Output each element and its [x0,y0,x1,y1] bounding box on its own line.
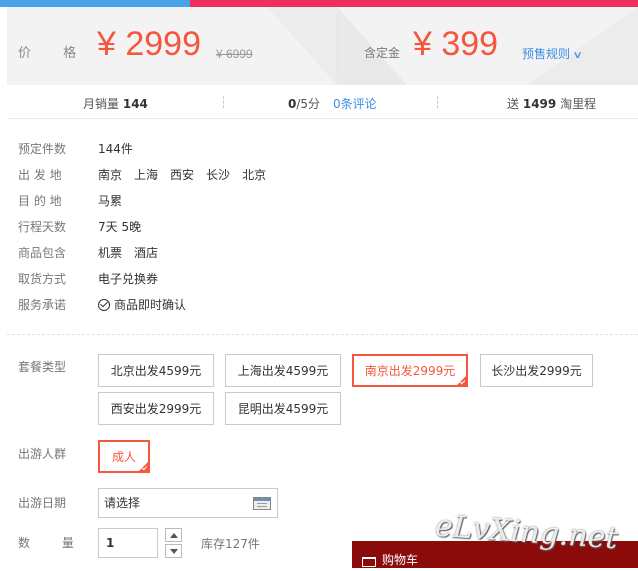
package-option-changsha[interactable]: 长沙出发2999元 [480,354,593,387]
info-value-item: 长沙 [206,168,231,182]
calendar-icon[interactable] [253,497,271,510]
cart-icon [362,557,376,571]
quantity-decrement-button[interactable] [165,544,182,558]
info-value-item: 北京 [242,168,267,182]
current-price: ¥ 2999 [97,25,201,63]
cart-label: 购物车 [382,553,419,567]
triangle-down-icon [169,548,178,554]
info-value-item: 上海 [134,168,159,182]
info-value-item: 南京 [98,168,123,182]
info-key: 行程天数 [18,220,67,234]
quantity-increment-button[interactable] [165,528,182,542]
info-value: 机票 酒店 [98,244,170,261]
package-option-nanjing[interactable]: 南京出发2999元 [352,354,468,387]
info-key: 目 的 地 [18,194,62,208]
top-bar-blue [0,0,190,7]
monthly-sales-label: 月销量 [83,97,120,111]
info-key: 预定件数 [18,142,67,156]
reviews-link[interactable]: 0条评论 [333,95,377,112]
info-value-item: 电子兑换券 [98,272,159,286]
date-picker-input[interactable]: 请选择 [98,488,278,518]
monthly-sales: 月销量 144 [83,95,148,112]
quantity-input[interactable]: 1 [98,528,158,558]
points-prefix: 送 [507,97,520,111]
top-bar-red [190,0,638,7]
info-value-item: 马累 [98,194,123,208]
stock-count: 库存127件 [201,537,260,551]
package-option-kunming[interactable]: 昆明出发4599元 [225,392,341,425]
section-divider [7,334,638,335]
info-key: 出 发 地 [18,168,62,182]
stats-divider [437,96,438,108]
package-label: 套餐类型 [18,360,67,374]
info-value-item: 机票 [98,246,123,260]
info-value-item: 商品即时确认 [114,298,187,312]
info-value: 7天 5晚 [98,218,153,235]
rating: 0/5分 [288,95,320,112]
package-option-shanghai[interactable]: 上海出发4599元 [225,354,341,387]
info-key: 商品包含 [18,246,67,260]
points-value: 1499 [522,97,557,111]
price-panel: 价 格 ¥ 2999 ¥ 6999 含定金 ¥ 399 预售规则 ∨ [7,7,638,85]
date-label: 出游日期 [18,496,67,510]
check-circle-icon [98,299,110,311]
info-value-item: 西安 [170,168,195,182]
deposit-price: ¥ 399 [413,25,499,63]
stats-divider [223,96,224,108]
info-key: 服务承诺 [18,298,67,312]
monthly-sales-value: 144 [122,97,148,111]
mileage-points: 送 1499 淘里程 [507,95,596,112]
triangle-up-icon [169,532,178,538]
presale-rules-link[interactable]: 预售规则 ∨ [522,45,583,62]
deposit-label: 含定金 [364,46,401,60]
info-value-item: 144件 [98,142,133,156]
original-price: ¥ 6999 [216,47,253,61]
travelers-label: 出游人群 [18,447,67,461]
info-value: 商品即时确认 [98,296,198,313]
info-key: 取货方式 [18,272,67,286]
info-value: 马累 [98,192,134,209]
top-color-bar [0,0,638,7]
info-value: 南京 上海 西安 长沙 北京 [98,166,278,183]
info-value-item: 酒店 [134,246,159,260]
points-suffix: 淘里程 [560,97,597,111]
presale-rules-label: 预售规则 [522,47,571,61]
quantity-label: 数 量 [18,536,88,550]
sales-stats-bar: 月销量 144 0/5分 0条评论 送 1499 淘里程 [7,85,638,119]
chevron-down-icon: ∨ [572,50,583,61]
rating-suffix: /5分 [296,97,321,111]
package-option-beijing[interactable]: 北京出发4599元 [98,354,214,387]
info-value-item: 7天 5晚 [98,220,142,234]
info-value: 144件 [98,140,145,157]
package-option-xian[interactable]: 西安出发2999元 [98,392,214,425]
traveler-option-adult[interactable]: 成人 [98,440,150,473]
info-value: 电子兑换券 [98,270,170,287]
date-value: 请选择 [104,496,141,510]
price-label: 价 格 [18,46,91,61]
